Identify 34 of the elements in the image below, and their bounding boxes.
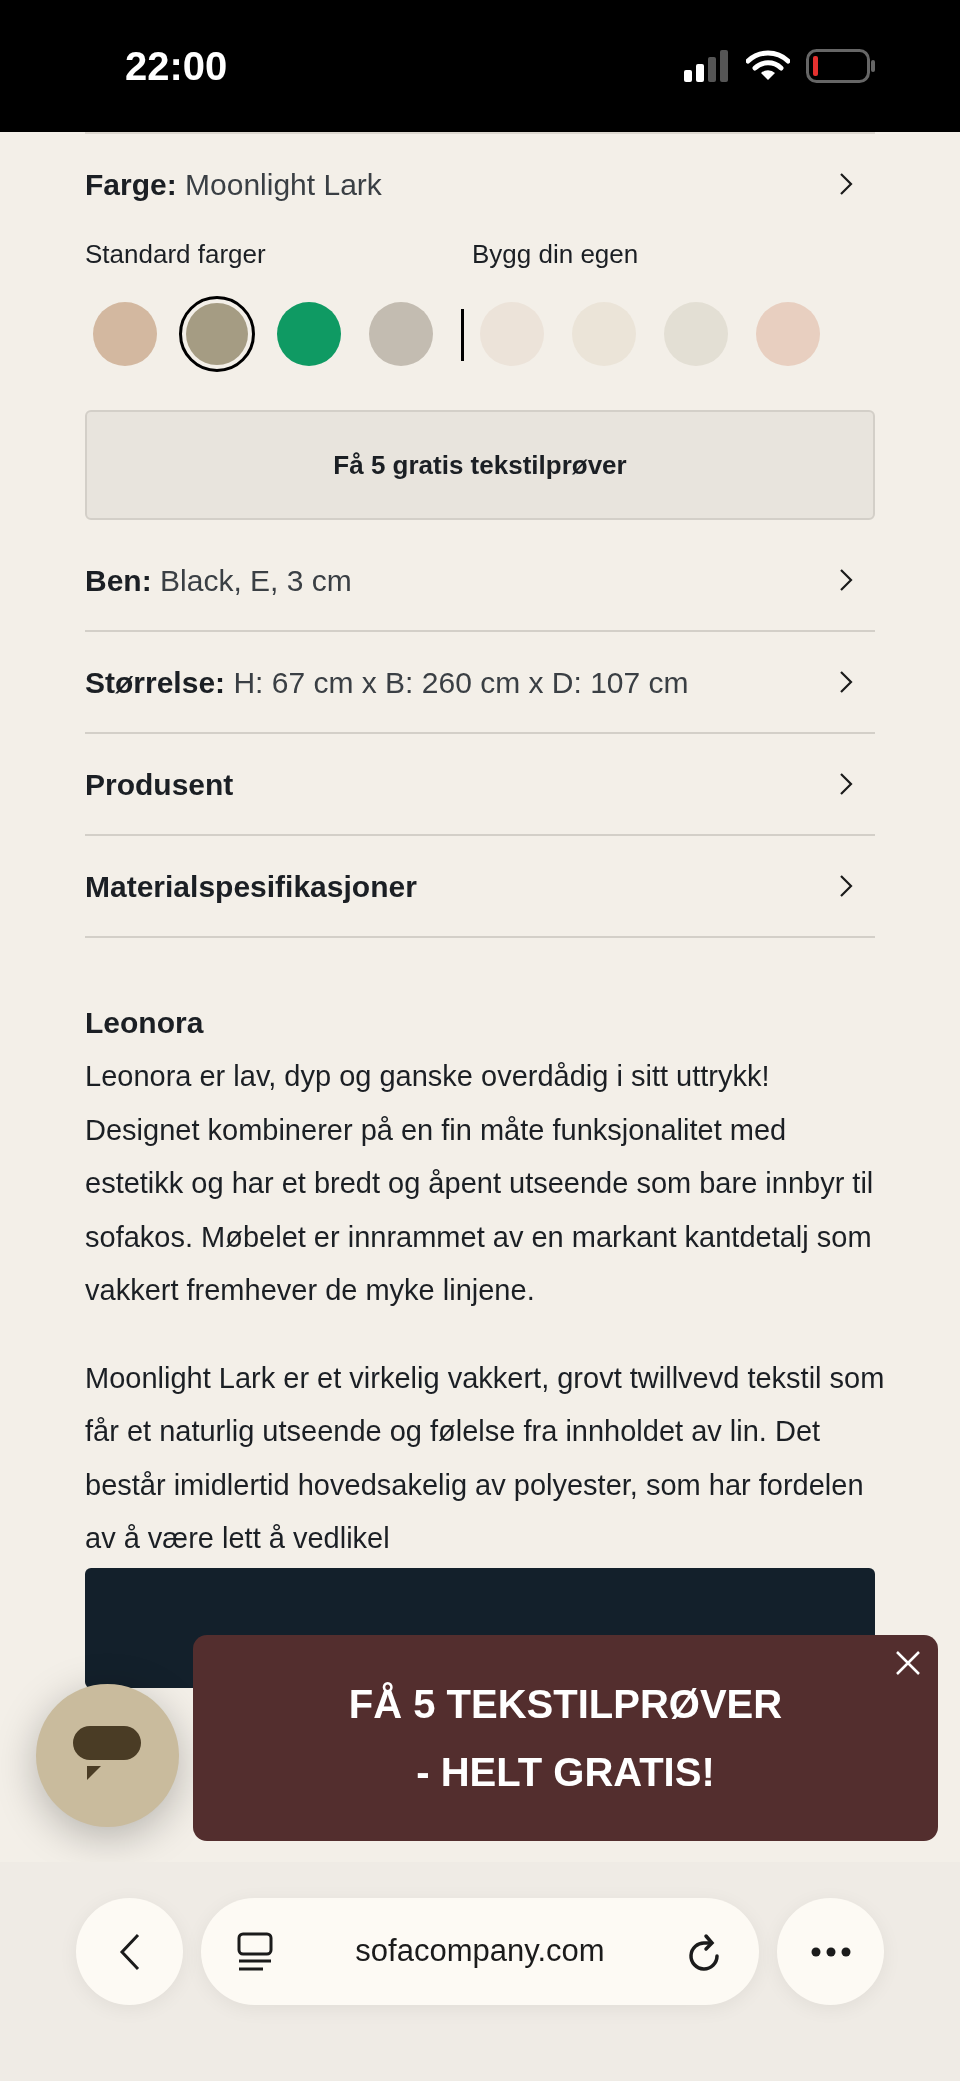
promo-popup[interactable]: FÅ 5 TEKSTILPRØVER - HELT GRATIS!: [193, 1635, 938, 1841]
promo-text: FÅ 5 TEKSTILPRØVER: [348, 1681, 783, 1728]
option-row[interactable]: Produsent: [85, 734, 875, 836]
wifi-icon: [746, 50, 790, 82]
option-text: Materialspesifikasjoner: [85, 868, 417, 905]
option-text: Produsent: [85, 766, 234, 803]
status-time: 22:00: [125, 43, 228, 90]
option-row[interactable]: Størrelse: H: 67 cm x B: 260 cm x D: 107 cm: [85, 632, 875, 734]
option-text: Ben: Black, E, 3 cm: [85, 562, 352, 599]
description-paragraph: Leonora er lav, dyp og ganske overdådig i sitt uttrykk! Designet kombinerer på en fin måte funksjonalitet med estetikk og har et bredt og åpent utseende som bare innbyr til sofakos. Møbelet er innrammet av en markant kantdetalj som vakkert fremhever de myke linjene.: [85, 1059, 875, 1308]
chevron-right-icon: [839, 874, 853, 898]
battery-icon: [806, 49, 876, 83]
back-icon: [118, 1932, 141, 1971]
chevron-right-icon: [839, 670, 853, 694]
signal-icon: [684, 50, 730, 82]
option-row[interactable]: Ben: Black, E, 3 cm: [85, 530, 875, 632]
swatch-group-label: Bygg din egen: [472, 238, 640, 271]
description-title: Leonora: [85, 1005, 205, 1041]
color-option-text: Farge: Moonlight Lark: [85, 166, 382, 203]
address-bar[interactable]: sofacompany.com: [201, 1898, 759, 2005]
option-text: Størrelse: H: 67 cm x B: 260 cm x D: 107 cm: [85, 664, 689, 701]
option-row[interactable]: Materialspesifikasjoner: [85, 836, 875, 938]
chevron-right-icon: [839, 568, 853, 592]
swatch-group-label: Standard farger: [85, 238, 267, 271]
color-option-row[interactable]: Farge: Moonlight Lark: [85, 134, 875, 234]
description-paragraph: Moonlight Lark er et virkelig vakkert, grovt twillvevd tekstil som får et naturlig utseende og følelse fra innholdet av lin. Det består imidlertid hovedsakelig av polyester, som har fordelen av å være lett å vedlikel: [85, 1360, 885, 1556]
sample-button[interactable]: Få 5 gratis tekstilprøver: [85, 410, 875, 520]
close-icon: [895, 1650, 921, 1676]
reader-icon: [237, 1931, 273, 1972]
chevron-right-icon: [839, 772, 853, 796]
chevron-right-icon: [839, 172, 853, 196]
more-icon: [810, 1946, 851, 1957]
promo-text: - HELT GRATIS!: [416, 1749, 715, 1796]
url-text: sofacompany.com: [355, 1932, 605, 1971]
